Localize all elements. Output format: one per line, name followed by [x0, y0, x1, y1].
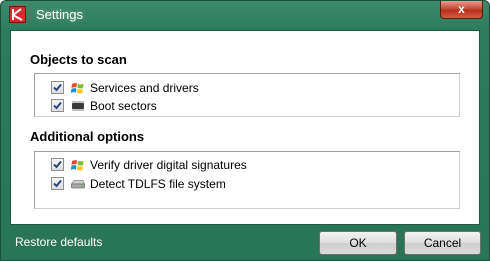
kaspersky-logo-icon [9, 6, 26, 23]
settings-panel: Objects to scan Services and drivers Boo… [10, 30, 480, 225]
close-button[interactable]: x [440, 1, 483, 19]
additional-options-list: Verify driver digital signatures Detect … [34, 151, 460, 209]
section-title-objects-to-scan: Objects to scan [30, 52, 127, 67]
services-and-drivers-checkbox[interactable] [51, 81, 64, 94]
settings-window: Settings x Objects to scan Services and … [0, 0, 490, 261]
boot-sectors-checkbox[interactable] [51, 99, 64, 112]
checkmark-icon [53, 101, 62, 110]
services-and-drivers-label: Services and drivers [90, 81, 199, 95]
hard-drive-icon [70, 176, 86, 192]
window-title: Settings [36, 7, 83, 22]
restore-defaults-link[interactable]: Restore defaults [15, 235, 102, 249]
checkmark-icon [53, 179, 62, 188]
windows-flag-icon [70, 80, 86, 96]
title-bar[interactable]: Settings x [1, 1, 489, 29]
verify-driver-signatures-checkbox[interactable] [51, 158, 64, 171]
detect-tdlfs-label: Detect TDLFS file system [90, 177, 226, 191]
boot-sectors-label: Boot sectors [90, 99, 157, 113]
chip-icon [70, 98, 86, 114]
detect-tdlfs-checkbox[interactable] [51, 177, 64, 190]
section-title-additional-options: Additional options [30, 129, 145, 144]
objects-to-scan-list: Services and drivers Boot sectors [34, 73, 460, 117]
checkmark-icon [53, 83, 62, 92]
checkmark-icon [53, 160, 62, 169]
cancel-button[interactable]: Cancel [404, 231, 481, 255]
ok-button[interactable]: OK [319, 231, 397, 255]
verify-driver-signatures-label: Verify driver digital signatures [90, 158, 247, 172]
windows-flag-icon [70, 157, 86, 173]
close-icon: x [458, 2, 465, 16]
